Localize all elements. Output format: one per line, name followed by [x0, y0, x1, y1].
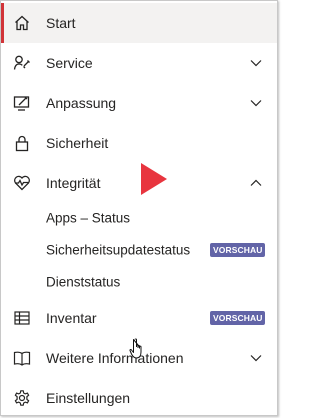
navigation-panel: Start Service Anpassung Sicherheit Integ…: [0, 0, 278, 416]
nav-item-einstellungen[interactable]: Einstellungen: [1, 378, 277, 415]
nav-item-label: Service: [46, 55, 93, 71]
home-icon: [13, 14, 31, 32]
nav-item-label: Einstellungen: [46, 390, 131, 406]
nav-item-service[interactable]: Service: [1, 43, 277, 83]
sub-item-sicherheitsupdatestatus[interactable]: Sicherheitsupdatestatus VORSCHAU: [1, 234, 277, 266]
customize-icon: [13, 94, 31, 112]
book-icon: [13, 349, 31, 367]
sub-item-label: Apps – Status: [46, 210, 131, 226]
nav-item-label: Integrität: [46, 175, 101, 191]
annotation-arrow-icon: [141, 163, 167, 195]
sub-item-label: Sicherheitsupdatestatus: [46, 242, 191, 258]
chevron-down-icon[interactable]: [249, 56, 263, 70]
chevron-up-icon[interactable]: [249, 176, 263, 190]
lock-icon: [13, 134, 31, 152]
nav-item-label: Anpassung: [46, 95, 117, 111]
preview-badge: VORSCHAU: [210, 311, 266, 325]
chevron-down-icon[interactable]: [249, 351, 263, 365]
heart-pulse-icon: [13, 174, 31, 192]
table-icon: [13, 309, 31, 327]
sub-item-apps-status[interactable]: Apps – Status: [1, 202, 277, 234]
nav-item-label: Weitere Informationen: [46, 350, 184, 366]
wrench-icon: [13, 54, 31, 72]
nav-item-label: Start: [46, 15, 76, 31]
sub-item-label: Dienststatus: [46, 274, 121, 290]
nav-item-inventar[interactable]: Inventar VORSCHAU: [1, 298, 277, 338]
hand-cursor-icon: [129, 338, 142, 359]
gear-icon: [13, 389, 31, 407]
sub-item-dienststatus[interactable]: Dienststatus: [1, 266, 277, 298]
chevron-down-icon[interactable]: [249, 96, 263, 110]
nav-item-sicherheit[interactable]: Sicherheit: [1, 123, 277, 163]
nav-item-anpassung[interactable]: Anpassung: [1, 83, 277, 123]
nav-item-label: Sicherheit: [46, 135, 109, 151]
preview-badge: VORSCHAU: [210, 243, 266, 257]
nav-item-label: Inventar: [46, 310, 97, 326]
nav-item-start[interactable]: Start: [1, 3, 277, 43]
